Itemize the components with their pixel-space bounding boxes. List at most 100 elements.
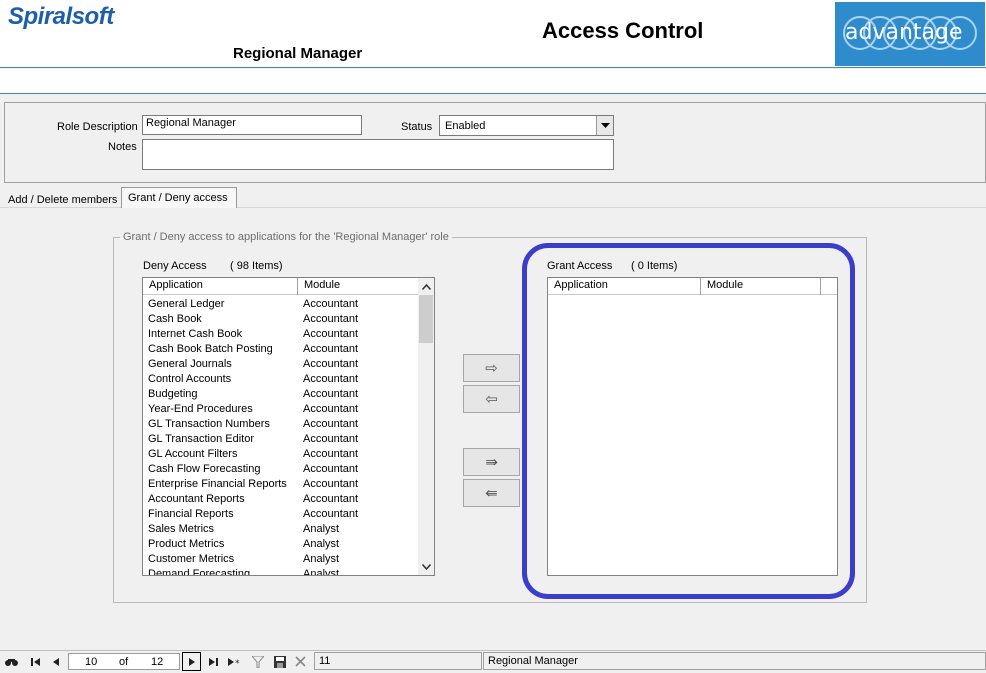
toolbar-band bbox=[0, 69, 986, 94]
double-arrow-right-icon: ⇛ bbox=[485, 454, 498, 471]
record-of-label: of bbox=[119, 655, 129, 668]
cell-module: Accountant bbox=[303, 343, 359, 355]
cell-module: Analyst bbox=[303, 568, 340, 576]
deny-list-scrollbar[interactable] bbox=[418, 278, 434, 575]
table-row[interactable]: Cash Flow Forecasting Accountant bbox=[143, 462, 418, 477]
record-position-field[interactable]: 10 of 12 bbox=[68, 653, 180, 670]
header: Spiralsoft Access Control Regional Manag… bbox=[0, 0, 986, 68]
table-row[interactable]: Year-End Procedures Accountant bbox=[143, 402, 418, 417]
move-left-button[interactable]: ⇦ bbox=[463, 385, 520, 413]
arrow-right-icon: ⇨ bbox=[485, 360, 498, 377]
advantage-logo-text: advantage bbox=[845, 20, 963, 45]
cell-application: Demand Forecasting bbox=[148, 568, 251, 576]
cell-application: Control Accounts bbox=[148, 373, 232, 385]
next-record-icon[interactable] bbox=[182, 652, 201, 671]
notes-input[interactable] bbox=[142, 139, 614, 170]
cell-application: GL Transaction Numbers bbox=[148, 418, 270, 430]
cell-application: Customer Metrics bbox=[148, 553, 235, 565]
table-row[interactable]: Product Metrics Analyst bbox=[143, 537, 418, 552]
move-right-button[interactable]: ⇨ bbox=[463, 354, 520, 382]
cell-module: Accountant bbox=[303, 493, 359, 505]
scroll-up-icon[interactable] bbox=[418, 278, 434, 295]
table-row[interactable]: Cash Book Batch Posting Accountant bbox=[143, 342, 418, 357]
cell-application: Financial Reports bbox=[148, 508, 234, 520]
scroll-down-icon[interactable] bbox=[418, 558, 434, 575]
table-row[interactable]: Control Accounts Accountant bbox=[143, 372, 418, 387]
cell-module: Accountant bbox=[303, 313, 359, 325]
new-record-icon[interactable]: * bbox=[225, 652, 244, 671]
table-row[interactable]: Financial Reports Accountant bbox=[143, 507, 418, 522]
cell-module: Accountant bbox=[303, 358, 359, 370]
role-description-input[interactable]: Regional Manager bbox=[142, 115, 362, 135]
previous-record-icon[interactable] bbox=[46, 652, 65, 671]
deny-access-list[interactable]: Application Module General Ledger Account… bbox=[142, 277, 435, 576]
cell-application: Enterprise Financial Reports bbox=[148, 478, 287, 490]
tab-grant-deny-access[interactable]: Grant / Deny access bbox=[121, 187, 237, 208]
table-row[interactable]: Enterprise Financial Reports Accountant bbox=[143, 477, 418, 492]
cell-module: Accountant bbox=[303, 403, 359, 415]
svg-text:*: * bbox=[235, 659, 240, 666]
cell-application: Cash Flow Forecasting bbox=[148, 463, 261, 475]
table-row[interactable]: Internet Cash Book Accountant bbox=[143, 327, 418, 342]
table-row[interactable]: Cash Book Accountant bbox=[143, 312, 418, 327]
total-record-count: 12 bbox=[151, 655, 164, 668]
first-record-icon[interactable] bbox=[26, 652, 45, 671]
deny-list-scroll-thumb[interactable] bbox=[419, 295, 433, 343]
table-row[interactable]: Customer Metrics Analyst bbox=[143, 552, 418, 567]
access-groupbox-legend: Grant / Deny access to applications for … bbox=[120, 231, 452, 243]
save-icon[interactable] bbox=[270, 652, 289, 671]
column-header-application[interactable]: Application bbox=[143, 278, 298, 295]
delete-icon[interactable] bbox=[291, 652, 310, 671]
find-binoculars-icon[interactable] bbox=[2, 652, 21, 671]
cell-module: Analyst bbox=[303, 538, 340, 550]
table-row[interactable]: GL Transaction Numbers Accountant bbox=[143, 417, 418, 432]
record-name-cell: Regional Manager bbox=[483, 652, 986, 670]
table-row[interactable]: Budgeting Accountant bbox=[143, 387, 418, 402]
cell-module: Accountant bbox=[303, 373, 359, 385]
cell-module: Accountant bbox=[303, 478, 359, 490]
notes-label: Notes bbox=[108, 141, 137, 153]
table-row[interactable]: GL Transaction Editor Accountant bbox=[143, 432, 418, 447]
move-all-left-button[interactable]: ⇚ bbox=[463, 479, 520, 507]
cell-module: Analyst bbox=[303, 523, 340, 535]
table-row[interactable]: General Journals Accountant bbox=[143, 357, 418, 372]
tab-add-delete-members[interactable]: Add / Delete members bbox=[4, 191, 121, 209]
cell-module: Accountant bbox=[303, 328, 359, 340]
grant-access-highlight bbox=[522, 243, 855, 599]
table-row[interactable]: General Ledger Accountant bbox=[143, 297, 418, 312]
deny-access-count: ( 98 Items) bbox=[230, 260, 283, 272]
table-row[interactable]: Accountant Reports Accountant bbox=[143, 492, 418, 507]
cell-application: Product Metrics bbox=[148, 538, 225, 550]
status-select[interactable]: Enabled bbox=[439, 115, 614, 136]
cell-module: Accountant bbox=[303, 448, 359, 460]
status-select-value: Enabled bbox=[445, 120, 486, 132]
advantage-logo: advantage bbox=[835, 2, 985, 66]
double-arrow-left-icon: ⇚ bbox=[485, 485, 498, 502]
cell-module: Accountant bbox=[303, 433, 359, 445]
cell-application: General Journals bbox=[148, 358, 232, 370]
arrow-left-icon: ⇦ bbox=[485, 391, 498, 408]
cell-application: General Ledger bbox=[148, 298, 225, 310]
table-row[interactable]: GL Account Filters Accountant bbox=[143, 447, 418, 462]
table-row[interactable]: Demand Forecasting Analyst bbox=[143, 567, 418, 576]
role-description-label: Role Description bbox=[57, 121, 138, 133]
cell-application: GL Transaction Editor bbox=[148, 433, 254, 445]
cell-application: Internet Cash Book bbox=[148, 328, 243, 340]
filter-icon[interactable] bbox=[248, 652, 267, 671]
cell-module: Accountant bbox=[303, 463, 359, 475]
cell-application: Cash Book Batch Posting bbox=[148, 343, 273, 355]
spiralsoft-logo: Spiralsoft bbox=[8, 3, 114, 31]
column-header-module[interactable]: Module bbox=[298, 278, 419, 295]
cell-application: GL Account Filters bbox=[148, 448, 238, 460]
cell-application: Budgeting bbox=[148, 388, 198, 400]
move-all-right-button[interactable]: ⇛ bbox=[463, 448, 520, 476]
deny-access-title: Deny Access bbox=[143, 260, 207, 272]
table-row[interactable]: Sales Metrics Analyst bbox=[143, 522, 418, 537]
chevron-down-icon[interactable] bbox=[596, 116, 613, 135]
last-record-icon[interactable] bbox=[204, 652, 223, 671]
cell-module: Analyst bbox=[303, 553, 340, 565]
cell-application: Year-End Procedures bbox=[148, 403, 253, 415]
page-title: Access Control bbox=[542, 18, 704, 43]
cell-application: Sales Metrics bbox=[148, 523, 215, 535]
record-id-cell: 11 bbox=[314, 652, 482, 670]
